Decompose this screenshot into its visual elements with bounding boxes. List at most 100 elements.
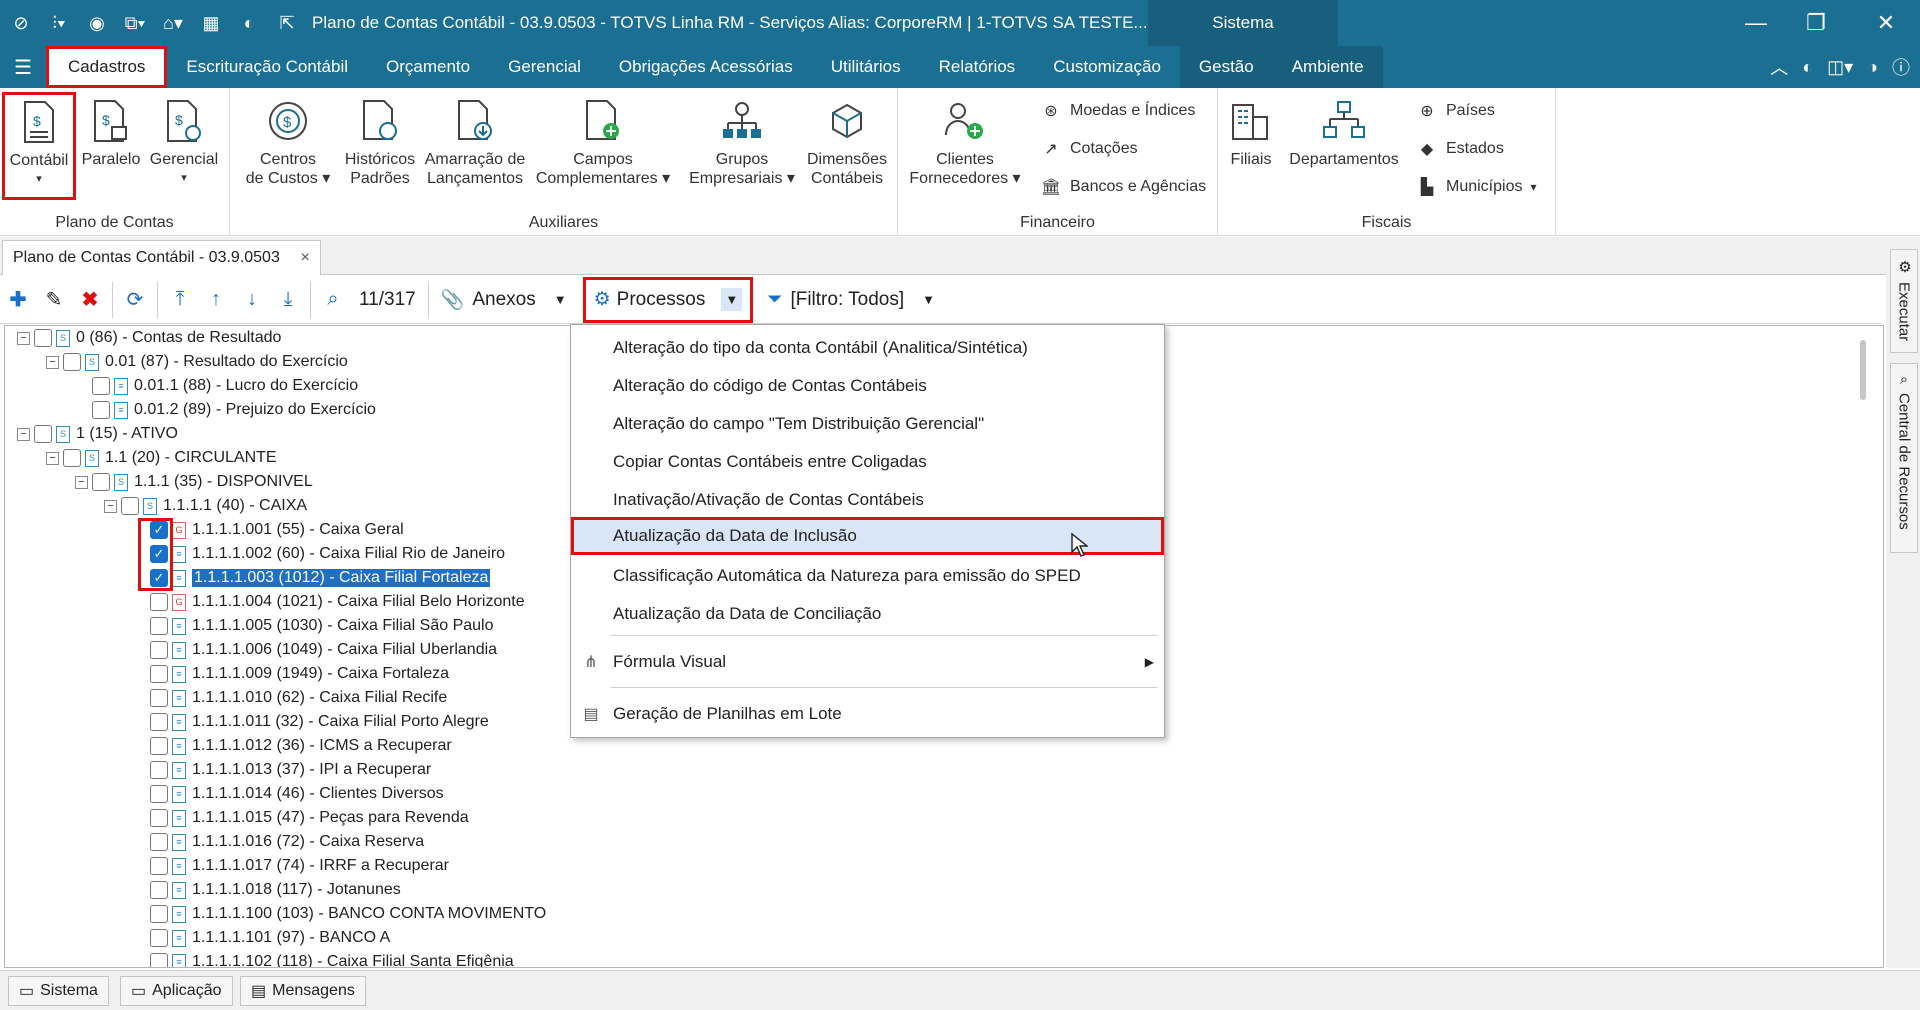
tree-row[interactable]: ≡ 0.01.2 (89) - Prejuizo do Exercício <box>75 398 376 422</box>
search-icon[interactable]: ⌕ <box>315 280 351 320</box>
tree-row[interactable]: ≡ 1.1.1.1.005 (1030) - Caixa Filial São P… <box>133 614 494 638</box>
tree-checkbox[interactable] <box>150 617 168 635</box>
tree-row[interactable]: ≡ 1.1.1.1.009 (1949) - Caixa Fortaleza <box>133 662 449 686</box>
tree-row[interactable]: ≡ 1.1.1.1.012 (36) - ICMS a Recuperar <box>133 734 452 758</box>
tree-row[interactable]: − S 0 (86) - Contas de Resultado <box>17 326 281 350</box>
close-window-button[interactable]: ✕ <box>1856 0 1916 46</box>
dd-copiar-contas[interactable]: Copiar Contas Contábeis entre Coligadas <box>571 445 1164 479</box>
expand-collapse-icon[interactable]: − <box>46 451 59 465</box>
centros-custos-button[interactable]: $ Centros de Custos ▾ <box>242 96 334 188</box>
tree-checkbox[interactable] <box>92 401 110 419</box>
tree-row[interactable]: − S 0.01 (87) - Resultado do Exercício <box>46 350 348 374</box>
tree-row[interactable]: ≡ 1.1.1.1.013 (37) - IPI a Recuperar <box>133 758 431 782</box>
processos-dropdown-icon[interactable]: ▼ <box>721 288 743 311</box>
menu-obrigacoes[interactable]: Obrigações Acessórias <box>600 46 812 88</box>
paralelo-button[interactable]: $ Paralelo <box>80 96 142 169</box>
help-icon[interactable]: ⓘ <box>1892 54 1910 80</box>
menu-ambiente[interactable]: Ambiente <box>1272 46 1383 88</box>
dd-atualizacao-conciliacao[interactable]: Atualização da Data de Conciliação <box>571 597 1164 631</box>
chat-icon[interactable]: ◑ <box>1867 57 1878 78</box>
estados-button[interactable]: ◆ Estados <box>1416 138 1504 160</box>
first-record-icon[interactable]: ⤒ <box>162 280 198 320</box>
tree-row[interactable]: ≡ 1.1.1.1.101 (97) - BANCO A <box>133 926 390 950</box>
contabil-button[interactable]: $ Contábil ▾ <box>2 92 76 200</box>
menu-orcamento[interactable]: Orçamento <box>367 46 489 88</box>
anexos-dropdown-icon[interactable]: ▼ <box>554 292 567 307</box>
menu-relatorios[interactable]: Relatórios <box>920 46 1035 88</box>
tree-checkbox[interactable] <box>150 833 168 851</box>
tree-checkbox[interactable] <box>150 785 168 803</box>
menu-cadastros[interactable]: Cadastros <box>45 46 168 88</box>
moedas-button[interactable]: ⊛ Moedas e Índices <box>1040 100 1195 122</box>
window-icon[interactable]: ⧉▾ <box>118 6 152 40</box>
tree-checkbox[interactable] <box>92 473 110 491</box>
filter-button[interactable]: ⏷ [Filtro: Todos] ▼ <box>767 289 935 311</box>
tree-scrollbar[interactable] <box>1860 340 1866 400</box>
next-record-icon[interactable]: ↓ <box>234 280 270 320</box>
tree-row[interactable]: − S 1.1.1.1 (40) - CAIXA <box>104 494 307 518</box>
tree-checkbox[interactable] <box>150 857 168 875</box>
edit-icon[interactable]: ✎ <box>36 280 72 320</box>
tab-plano-contas[interactable]: Plano de Contas Contábil - 03.9.0503 × <box>2 240 321 275</box>
home-icon[interactable]: ⌂▾ <box>156 6 190 40</box>
restore-button[interactable]: ❐ <box>1786 0 1846 46</box>
tree-row[interactable]: ≡ 1.1.1.1.100 (103) - BANCO CONTA MOVIMEN… <box>133 902 546 926</box>
tree-row[interactable]: ✓ ≡ 1.1.1.1.003 (1012) - Caixa Filial Fort… <box>133 566 492 590</box>
paises-button[interactable]: ⊕ Países <box>1416 100 1495 122</box>
tree-row[interactable]: G 1.1.1.1.004 (1021) - Caixa Filial Belo … <box>133 590 525 614</box>
eye-icon[interactable]: ◉ <box>80 6 114 40</box>
tree-checkbox[interactable] <box>150 641 168 659</box>
central-recursos-tab[interactable]: ⌕ Central de Recursos <box>1890 363 1918 553</box>
add-icon[interactable]: ✚ <box>0 280 36 320</box>
tree-row[interactable]: ≡ 1.1.1.1.011 (32) - Caixa Filial Porto A… <box>133 710 489 734</box>
anexos-button[interactable]: 📎 Anexos ▼ <box>441 288 567 312</box>
tree-checkbox[interactable] <box>150 737 168 755</box>
status-mensagens-button[interactable]: ▤ Mensagens <box>240 976 366 1006</box>
status-sistema-button[interactable]: ▭ Sistema <box>8 976 109 1006</box>
close-tab-icon[interactable]: × <box>301 249 310 267</box>
tree-row[interactable]: ≡ 1.1.1.1.014 (46) - Clientes Diversos <box>133 782 444 806</box>
tree-row[interactable]: − S 1 (15) - ATIVO <box>17 422 178 446</box>
tree-row[interactable]: ≡ 1.1.1.1.016 (72) - Caixa Reserva <box>133 830 424 854</box>
app-menu-icon[interactable]: ☰ <box>0 46 46 88</box>
delete-icon[interactable]: ✖ <box>72 280 108 320</box>
tree-row[interactable]: ≡ 1.1.1.1.102 (118) - Caixa Filial Santa … <box>133 950 514 967</box>
municipios-button[interactable]: ▙ Municípios ▾ <box>1416 176 1537 198</box>
layout-icon[interactable]: ◫▾ <box>1827 57 1853 78</box>
tree-checkbox[interactable] <box>63 449 81 467</box>
menu-gestao[interactable]: Gestão <box>1179 46 1273 88</box>
refresh-icon[interactable]: ⟳ <box>117 280 153 320</box>
clientes-fornecedores-button[interactable]: Clientes Fornecedores ▾ <box>906 96 1024 188</box>
menu-gerencial[interactable]: Gerencial <box>489 46 600 88</box>
tree-checkbox[interactable] <box>150 953 168 967</box>
dd-alteracao-tipo[interactable]: Alteração do tipo da conta Contábil (Ana… <box>571 331 1164 365</box>
dd-classificacao-sped[interactable]: Classificação Automática da Natureza par… <box>571 559 1164 593</box>
tree-checkbox[interactable] <box>121 497 139 515</box>
departamentos-button[interactable]: Departamentos <box>1288 96 1400 169</box>
executar-tab[interactable]: ⚙ Executar <box>1890 249 1918 353</box>
tree-row[interactable]: ✓ ≡ 1.1.1.1.002 (60) - Caixa Filial Rio de… <box>133 542 505 566</box>
expand-collapse-icon[interactable]: − <box>75 475 88 489</box>
tree-checkbox[interactable] <box>34 425 52 443</box>
tree-row[interactable]: − S 1.1.1 (35) - DISPONIVEL <box>75 470 313 494</box>
tree-checkbox[interactable] <box>150 689 168 707</box>
tree-checkbox[interactable] <box>150 905 168 923</box>
expand-collapse-icon[interactable]: − <box>104 499 117 513</box>
status-aplicacao-button[interactable]: ▭ Aplicação <box>120 976 233 1006</box>
menu-utilitarios[interactable]: Utilitários <box>812 46 920 88</box>
hierarchy-icon[interactable]: ⫶▾ <box>42 6 76 40</box>
menu-escrituracao[interactable]: Escrituração Contábil <box>167 46 367 88</box>
menu-customizacao[interactable]: Customização <box>1034 46 1180 88</box>
last-record-icon[interactable]: ⤓ <box>270 280 306 320</box>
tree-row[interactable]: ✓ G 1.1.1.1.001 (55) - Caixa Geral <box>133 518 404 542</box>
support-icon[interactable]: ◐ <box>1802 57 1813 78</box>
tree-row[interactable]: ≡ 1.1.1.1.017 (74) - IRRF a Recuperar <box>133 854 449 878</box>
tree-row[interactable]: ≡ 1.1.1.1.015 (47) - Peças para Revenda <box>133 806 469 830</box>
tree-checkbox[interactable] <box>150 665 168 683</box>
cotacoes-button[interactable]: ↗ Cotações <box>1040 138 1137 160</box>
dd-inativacao[interactable]: Inativação/Ativação de Contas Contábeis <box>571 483 1164 517</box>
tree-checkbox[interactable] <box>150 761 168 779</box>
tree-checkbox[interactable] <box>150 929 168 947</box>
dd-alteracao-codigo[interactable]: Alteração do código de Contas Contábeis <box>571 369 1164 403</box>
gerencial-button[interactable]: $ Gerencial ▾ <box>148 96 220 188</box>
